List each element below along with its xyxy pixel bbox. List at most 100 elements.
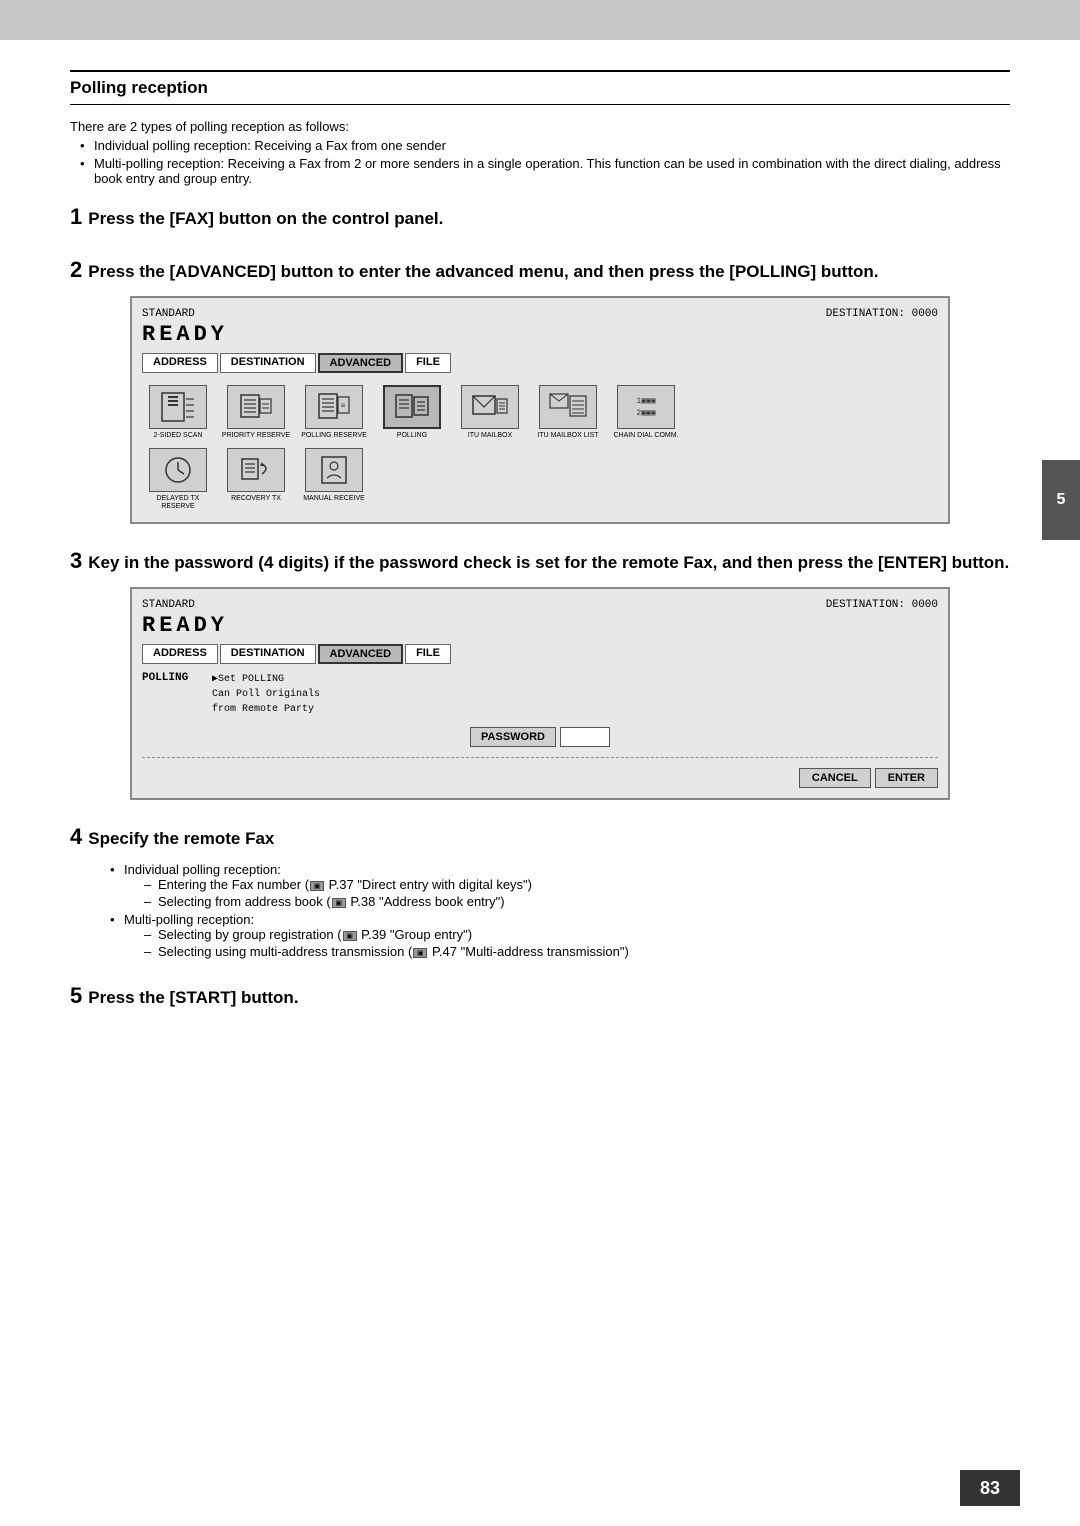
- side-tab: 5: [1042, 460, 1080, 540]
- screen1-ready: READY: [142, 322, 938, 347]
- step-4-block: 4 Specify the remote Fax Individual polli…: [70, 822, 1010, 960]
- step4-individual-label-text: Individual polling reception:: [124, 862, 281, 877]
- step-3-heading: 3Key in the password (4 digits) if the p…: [70, 546, 1010, 577]
- password-input-field[interactable]: [560, 727, 610, 747]
- enter-button[interactable]: ENTER: [875, 768, 938, 788]
- step4-multi-sub-1: Selecting by group registration (▣ P.39 …: [144, 927, 1010, 942]
- screen1-status-right: DESTINATION: 0000: [826, 308, 938, 320]
- screen1-tab-destination[interactable]: DESTINATION: [220, 353, 316, 373]
- icon-polling-box: [383, 385, 441, 429]
- icon-chain-dial-label: CHAIN DIAL COMM.: [613, 432, 678, 440]
- icon-recovery-tx: RECOVERY TX: [220, 448, 292, 512]
- step-2-block: 2 Press the [ADVANCED] button to enter th…: [70, 255, 1010, 524]
- step4-multi-sub: Selecting by group registration (▣ P.39 …: [144, 927, 1010, 959]
- step-4-text: Specify the remote Fax: [88, 829, 274, 848]
- icon-polling-label: POLLING: [397, 432, 427, 440]
- icon-recovery-tx-label: RECOVERY TX: [231, 495, 281, 503]
- icon-polling-reserve-label: POLLING RESERVE: [301, 432, 367, 440]
- step-5-heading: 5 Press the [START] button.: [70, 981, 1010, 1012]
- icon-polling: POLLING: [376, 385, 448, 440]
- icon-manual-receive-label: MANUAL RECEIVE: [303, 495, 365, 503]
- step-5-block: 5 Press the [START] button.: [70, 981, 1010, 1012]
- screen2-cancel-enter-row: CANCEL ENTER: [142, 764, 938, 788]
- step-2-num: 2: [70, 257, 82, 282]
- screen2-divider: [142, 757, 938, 758]
- step-2-heading: 2 Press the [ADVANCED] button to enter th…: [70, 255, 1010, 286]
- icon-itu-mailbox-list-box: [539, 385, 597, 429]
- icon-recovery-tx-box: [227, 448, 285, 492]
- step4-individual-sub-1: Entering the Fax number (▣ P.37 "Direct …: [144, 877, 1010, 892]
- polling-text-line2: Can Poll Originals: [212, 687, 320, 702]
- step-2-text: Press the [ADVANCED] button to enter the…: [88, 262, 878, 281]
- screen2-status-bar: STANDARD DESTINATION: 0000: [142, 599, 938, 611]
- screen1-tab-advanced[interactable]: ADVANCED: [318, 353, 404, 373]
- screen2-tab-destination[interactable]: DESTINATION: [220, 644, 316, 664]
- step-5-text: Press the [START] button.: [88, 988, 298, 1007]
- screen-mockup-1: STANDARD DESTINATION: 0000 READY ADDRESS…: [130, 296, 950, 524]
- icon-itu-mailbox: ITU MAILBOX: [454, 385, 526, 440]
- screen2-polling-label: POLLING: [142, 672, 202, 717]
- password-button[interactable]: PASSWORD: [470, 727, 556, 747]
- icon-manual-receive-box: [305, 448, 363, 492]
- screen2-tab-file[interactable]: FILE: [405, 644, 451, 664]
- icon-delayed-tx: DELAYED TX RESERVE: [142, 448, 214, 512]
- icon-polling-reserve-box: ≡: [305, 385, 363, 429]
- top-bar: [0, 0, 1080, 40]
- polling-text-line1: ▶Set POLLING: [212, 672, 320, 687]
- screen2-status-right: DESTINATION: 0000: [826, 599, 938, 611]
- step-5-num: 5: [70, 983, 82, 1008]
- screen1-tab-file[interactable]: FILE: [405, 353, 451, 373]
- screen1-icons-row1: 2-SIDED SCAN: [142, 381, 938, 444]
- screen2-tabs: ADDRESS DESTINATION ADVANCED FILE: [142, 644, 938, 664]
- step4-individual-label: Individual polling reception: Entering t…: [110, 862, 1010, 909]
- page-number-box: 83: [960, 1470, 1020, 1506]
- screen1-status-bar: STANDARD DESTINATION: 0000: [142, 308, 938, 320]
- screen2-polling-row: POLLING ▶Set POLLING Can Poll Originals …: [142, 672, 938, 717]
- icon-priority-reserve-box: [227, 385, 285, 429]
- step-3-num: 3: [70, 548, 82, 573]
- screen-mockup-2: STANDARD DESTINATION: 0000 READY ADDRESS…: [130, 587, 950, 800]
- icon-itu-mailbox-label: ITU MAILBOX: [468, 432, 512, 440]
- page-container: 5 Polling reception There are 2 types of…: [0, 0, 1080, 1526]
- screen1-tabs: ADDRESS DESTINATION ADVANCED FILE: [142, 353, 938, 373]
- step4-multi-label: Multi-polling reception: Selecting by gr…: [110, 912, 1010, 959]
- icon-delayed-tx-label: DELAYED TX RESERVE: [142, 495, 214, 512]
- step-1-block: 1Press the [FAX] button on the control p…: [70, 202, 1010, 233]
- step-3-block: 3Key in the password (4 digits) if the p…: [70, 546, 1010, 800]
- intro-line1: There are 2 types of polling reception a…: [70, 119, 1010, 134]
- screen2-tab-address[interactable]: ADDRESS: [142, 644, 218, 664]
- icon-itu-mailbox-box: [461, 385, 519, 429]
- screen2-ready: READY: [142, 613, 938, 638]
- ref-icon-3: ▣: [343, 931, 357, 941]
- screen2-status-left: STANDARD: [142, 599, 195, 611]
- step4-individual-sub-2: Selecting from address book (▣ P.38 "Add…: [144, 894, 1010, 909]
- icon-delayed-tx-box: [149, 448, 207, 492]
- ref-icon-2: ▣: [332, 898, 346, 908]
- intro-bullet-1: Individual polling reception: Receiving …: [80, 138, 1010, 153]
- section-title: Polling reception: [70, 78, 1010, 98]
- screen2-tab-advanced[interactable]: ADVANCED: [318, 644, 404, 664]
- step-1-num: 1: [70, 204, 82, 229]
- icon-2sided-label: 2-SIDED SCAN: [153, 432, 202, 440]
- screen1-tab-address[interactable]: ADDRESS: [142, 353, 218, 373]
- step-1-heading: 1Press the [FAX] button on the control p…: [70, 202, 1010, 233]
- svg-text:2▣▣▣: 2▣▣▣: [636, 409, 655, 418]
- icon-2sided-scan-box: [149, 385, 207, 429]
- screen1-status-left: STANDARD: [142, 308, 195, 320]
- icon-itu-mailbox-list: ITU MAILBOX LIST: [532, 385, 604, 440]
- step4-content: Individual polling reception: Entering t…: [100, 862, 1010, 959]
- svg-text:≡: ≡: [341, 402, 346, 411]
- ref-icon-4: ▣: [413, 948, 427, 958]
- step-4-num: 4: [70, 824, 82, 849]
- screen2-password-row: PASSWORD: [142, 727, 938, 747]
- screen2-polling-text: ▶Set POLLING Can Poll Originals from Rem…: [212, 672, 320, 717]
- icon-priority-reserve: PRIORITY RESERVE: [220, 385, 292, 440]
- content-area: Polling reception There are 2 types of p…: [0, 40, 1080, 1094]
- polling-text-line3: from Remote Party: [212, 702, 320, 717]
- cancel-button[interactable]: CANCEL: [799, 768, 871, 788]
- icon-priority-label: PRIORITY RESERVE: [222, 432, 290, 440]
- screen1-icons-row2: DELAYED TX RESERVE: [142, 448, 938, 512]
- icon-manual-receive: MANUAL RECEIVE: [298, 448, 370, 512]
- icon-polling-reserve: ≡ POLLING RESERVE: [298, 385, 370, 440]
- intro-bullet-2: Multi-polling reception: Receiving a Fax…: [80, 156, 1010, 186]
